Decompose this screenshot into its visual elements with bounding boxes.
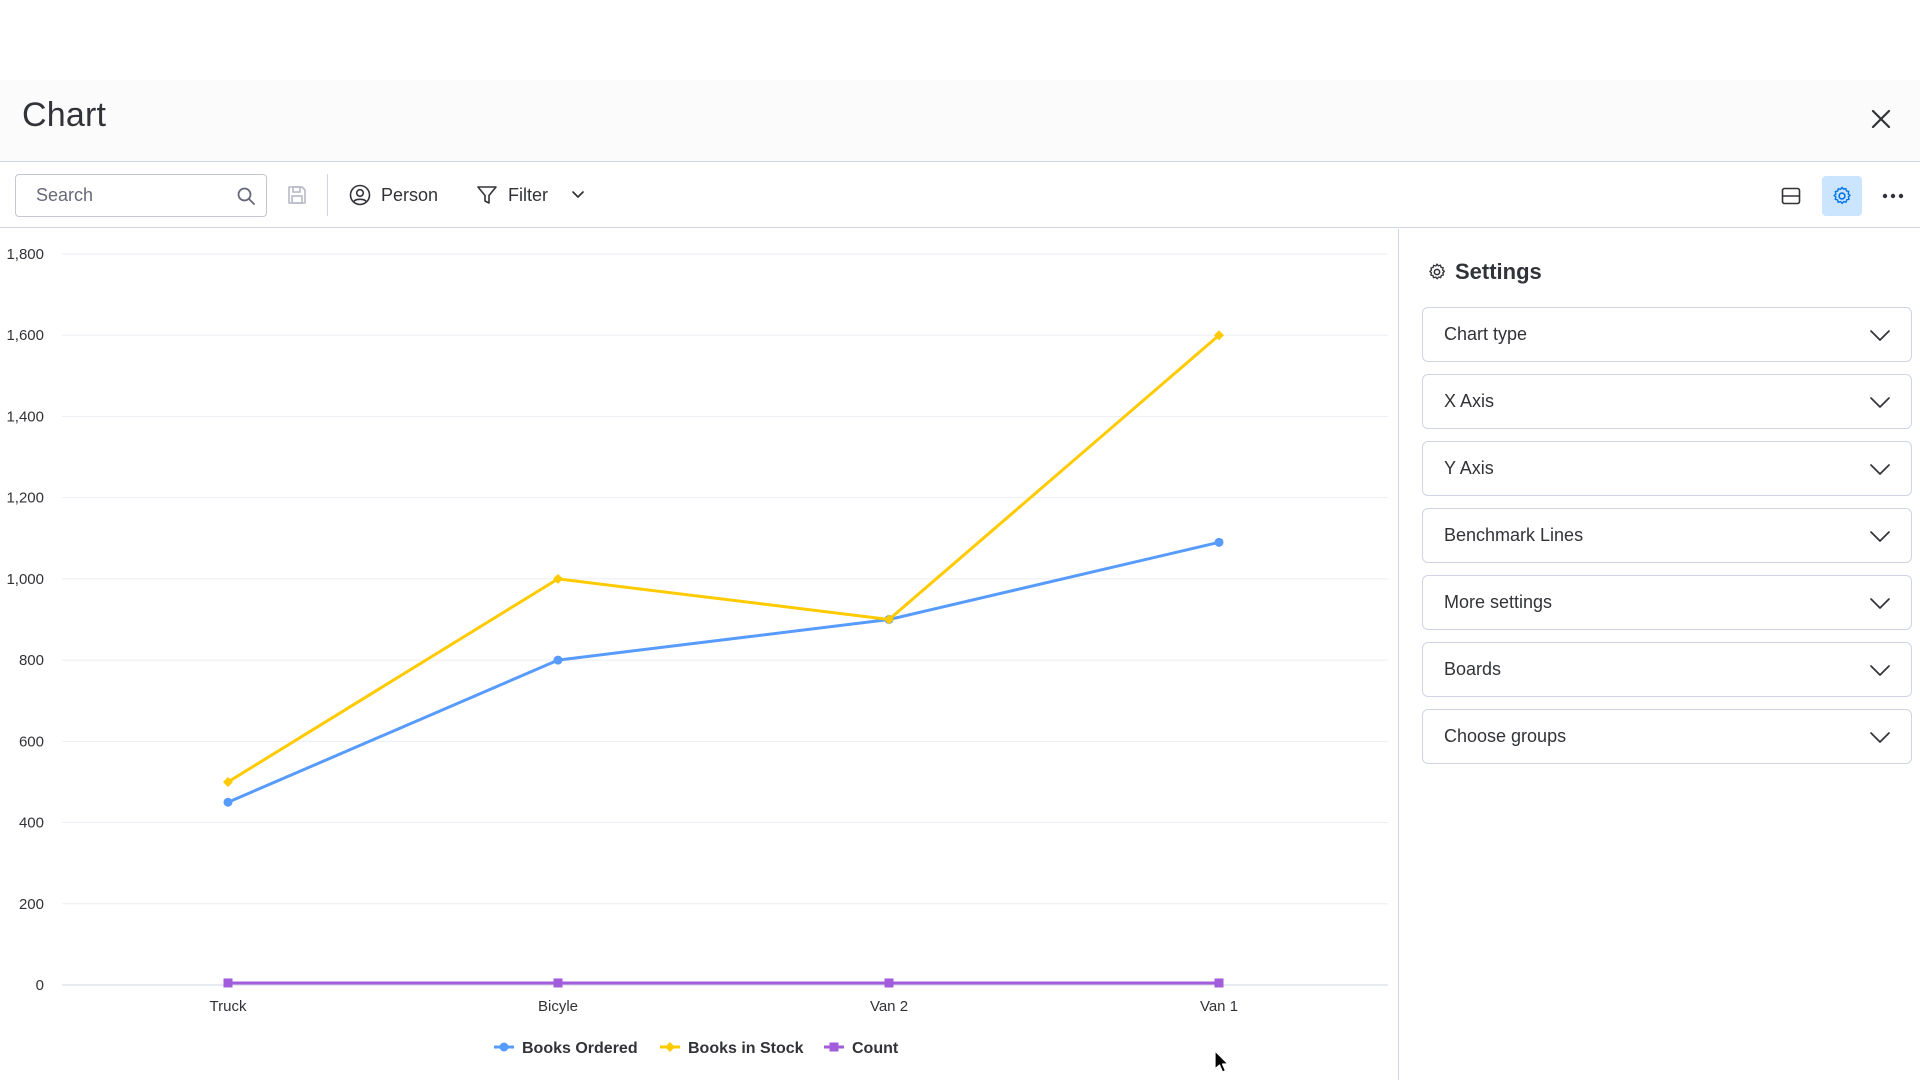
data-point [223,797,233,807]
series-line [226,333,1221,784]
save-view-icon[interactable] [286,184,308,206]
chevron-down-icon [1870,531,1890,542]
data-point [1214,978,1224,988]
search-icon[interactable] [236,186,256,206]
legend-label: Books Ordered [522,1040,638,1057]
accordion-label: More settings [1444,592,1553,612]
chart-area: 0 200 400 600 800 1,000 1,200 1,400 1,600 1,800 Tr… [0,229,1398,1080]
accordion-y-axis[interactable]: Y Axis [1422,441,1912,496]
data-point [553,978,563,988]
chevron-down-icon[interactable] [568,184,588,204]
person-filter-button[interactable]: Person [349,174,438,216]
close-button[interactable] [1864,102,1898,136]
settings-toggle-button[interactable] [1822,176,1862,216]
settings-panel: Settings Chart type X Axis Y Axis Benchm… [1398,229,1920,1080]
legend-marker [665,1042,675,1052]
legend-label: Count [852,1040,899,1057]
data-point [884,978,894,988]
data-point [223,978,233,988]
accordion-benchmark-lines[interactable]: Benchmark Lines [1422,508,1912,563]
filter-label: Filter [508,184,548,205]
gear-icon [1429,263,1445,280]
chevron-down-icon [1870,665,1890,676]
person-icon [349,184,371,206]
chevron-down-icon [1870,598,1890,609]
legend-marker [829,1042,839,1052]
accordion-label: X Axis [1444,391,1495,411]
layout-toggle-button[interactable] [1771,176,1811,216]
accordion-choose-groups[interactable]: Choose groups [1422,709,1912,764]
y-tick-label: 1,400 [6,408,44,425]
accordion-label: Chart type [1444,324,1528,344]
x-tick-label: Bicyle [538,998,578,1015]
series-line [226,540,1221,804]
top-blank-strip [0,0,1920,80]
accordion-boards[interactable]: Boards [1422,642,1912,697]
data-point [1214,537,1224,547]
settings-title: Settings [1455,259,1542,284]
y-tick-label: 1,000 [6,571,44,588]
accordion-label: Boards [1444,659,1502,679]
toolbar: Person Filter [0,162,1920,228]
x-tick-label: Truck [210,998,247,1015]
chevron-down-icon [1870,732,1890,743]
line-chart: 0 200 400 600 800 1,000 1,200 1,400 1,600 1,800 Tr… [6,246,1388,1057]
legend-marker [499,1042,509,1052]
accordion-label: Benchmark Lines [1444,525,1584,545]
y-tick-label: 400 [19,815,44,832]
filter-button[interactable]: Filter [476,174,548,216]
filter-icon [477,186,497,204]
toolbar-divider [327,174,328,216]
y-tick-label: 600 [19,733,44,750]
y-tick-label: 800 [19,652,44,669]
gear-icon [1833,186,1851,205]
accordion-more-settings[interactable]: More settings [1422,575,1912,630]
accordion-chart-type[interactable]: Chart type [1422,307,1912,362]
chart-header: Chart [0,80,1920,162]
person-label: Person [381,184,439,205]
settings-panel-header: Settings [1427,259,1542,285]
layout-icon [1781,187,1801,205]
x-tick-label: Van 1 [1200,998,1238,1015]
accordion-label: Y Axis [1444,458,1494,478]
y-tick-label: 1,800 [6,246,44,263]
close-icon [1871,109,1891,129]
y-tick-label: 1,200 [6,490,44,507]
accordion-x-axis[interactable]: X Axis [1422,374,1912,429]
page-title: Chart [22,96,107,134]
accordion-label: Choose groups [1444,726,1567,746]
mouse-cursor-icon [1214,1050,1229,1073]
y-tick-label: 200 [19,896,44,913]
legend-label: Books in Stock [688,1040,804,1057]
y-tick-label: 0 [36,977,44,994]
more-icon [1882,193,1904,199]
chevron-down-icon [1870,330,1890,341]
chevron-down-icon [1870,464,1890,475]
x-tick-label: Van 2 [870,998,908,1015]
chevron-down-icon [1870,397,1890,408]
search-input[interactable] [16,175,226,216]
y-tick-label: 1,600 [6,327,44,344]
data-point [553,655,563,665]
more-options-button[interactable] [1873,176,1913,216]
search-box [15,174,267,217]
